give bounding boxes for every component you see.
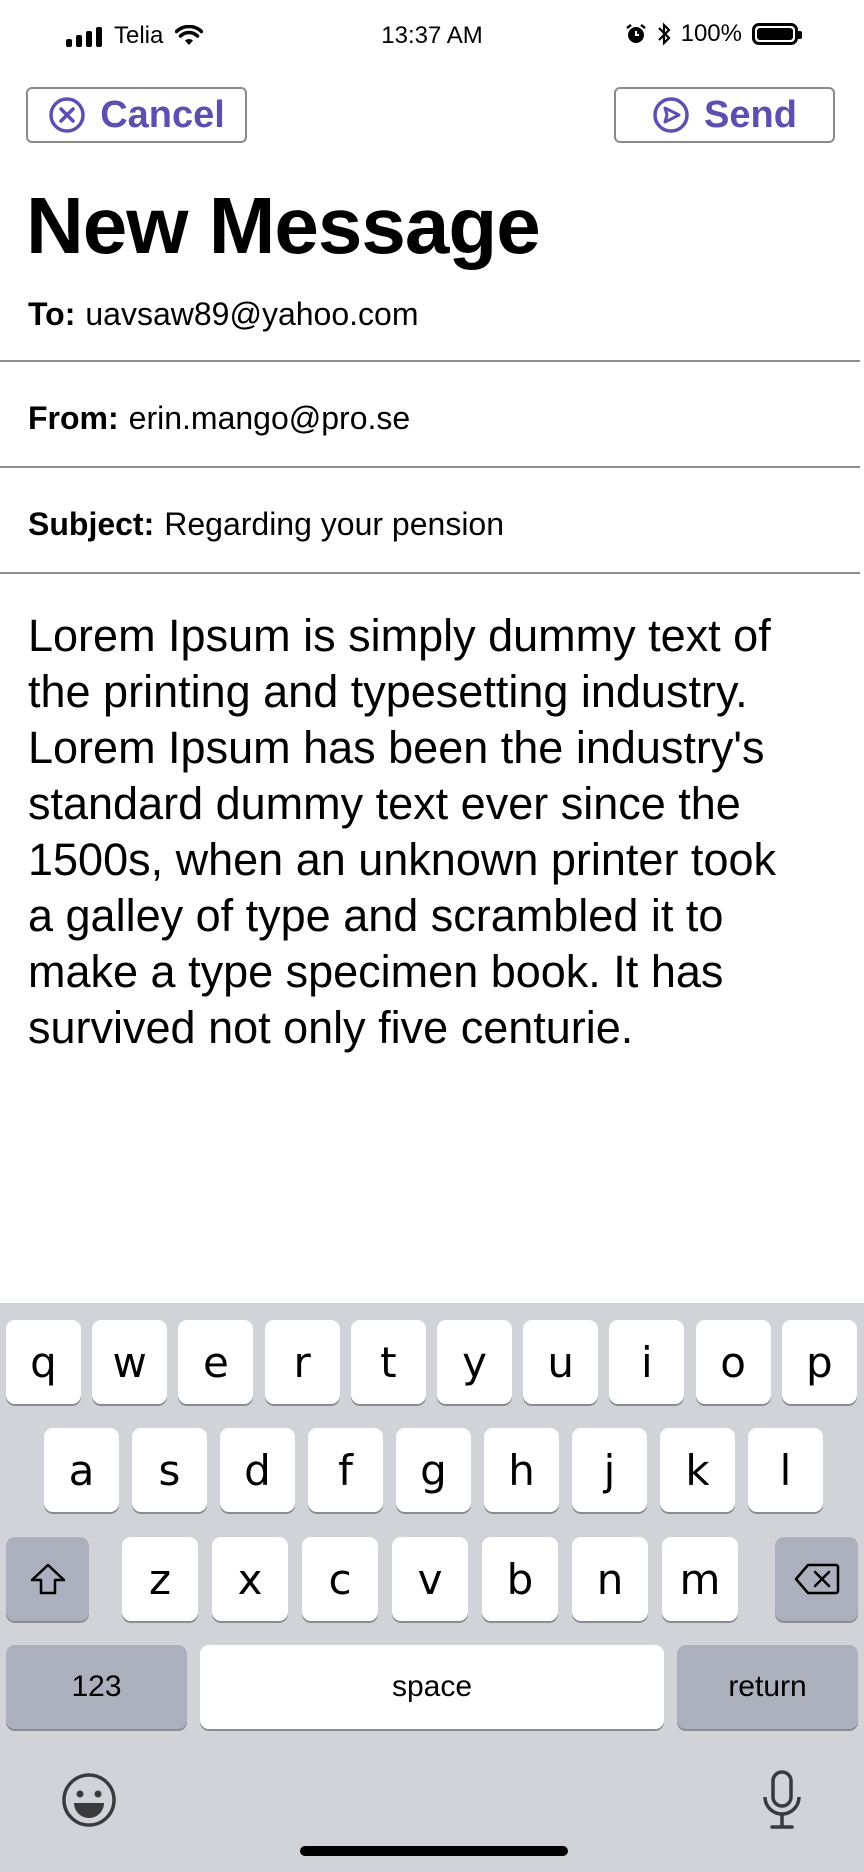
key-g[interactable]: g: [396, 1428, 471, 1512]
key-t[interactable]: t: [350, 1320, 426, 1404]
status-bar: Telia 13:37 AM 100%: [0, 0, 864, 72]
key-i[interactable]: i: [609, 1320, 685, 1404]
key-y[interactable]: y: [437, 1320, 512, 1404]
key-u[interactable]: u: [523, 1320, 599, 1404]
key-x[interactable]: x: [212, 1537, 288, 1621]
cancel-button[interactable]: Cancel: [26, 87, 247, 143]
from-value[interactable]: erin.mango@pro.se: [129, 400, 411, 437]
key-r[interactable]: r: [264, 1320, 340, 1404]
space-key[interactable]: space: [200, 1645, 664, 1729]
key-m[interactable]: m: [662, 1537, 738, 1621]
from-field[interactable]: From: erin.mango@pro.se: [0, 362, 860, 468]
body-line: the printing and typesetting industry.: [28, 666, 748, 717]
system-indicators: 100%: [625, 20, 802, 48]
close-circle-icon: [49, 97, 85, 133]
key-o[interactable]: o: [695, 1320, 771, 1404]
key-w[interactable]: w: [92, 1320, 168, 1404]
subject-label: Subject:: [28, 506, 155, 542]
battery-icon: [752, 23, 802, 45]
key-c[interactable]: c: [302, 1537, 378, 1621]
shift-icon: [30, 1563, 65, 1595]
send-label: Send: [704, 93, 797, 136]
key-a[interactable]: a: [44, 1428, 119, 1512]
key-q[interactable]: q: [6, 1320, 81, 1404]
body-line: Lorem Ipsum is simply dummy text of: [28, 610, 771, 661]
battery-percent: 100%: [680, 20, 742, 47]
message-body[interactable]: Lorem Ipsum is simply dummy text of the …: [28, 608, 838, 1056]
from-label: From:: [28, 400, 119, 436]
to-label: To:: [28, 296, 76, 332]
body-line: a galley of type and scrambled it to: [28, 890, 724, 941]
key-f[interactable]: f: [308, 1428, 383, 1512]
key-v[interactable]: v: [392, 1537, 468, 1621]
body-line: Lorem Ipsum has been the industry's: [28, 722, 765, 773]
key-p[interactable]: p: [781, 1320, 857, 1404]
key-e[interactable]: e: [178, 1320, 254, 1404]
cancel-label: Cancel: [100, 93, 225, 136]
microphone-icon[interactable]: [760, 1769, 804, 1831]
body-line: survived not only five centurie.: [28, 1002, 634, 1053]
key-b[interactable]: b: [482, 1537, 558, 1621]
key-l[interactable]: l: [748, 1428, 823, 1512]
home-indicator: [300, 1846, 568, 1856]
key-d[interactable]: d: [220, 1428, 295, 1512]
send-button[interactable]: Send: [614, 87, 835, 143]
body-line: 1500s, when an unknown printer took: [28, 834, 776, 885]
body-line: make a type specimen book. It has: [28, 946, 724, 997]
return-key[interactable]: return: [677, 1645, 858, 1729]
subject-value[interactable]: Regarding your pension: [164, 506, 504, 543]
to-field[interactable]: To: uavsaw89@yahoo.com: [0, 282, 860, 362]
key-h[interactable]: h: [484, 1428, 559, 1512]
shift-key[interactable]: [6, 1537, 89, 1621]
alarm-icon: [625, 24, 646, 43]
numbers-key[interactable]: 123: [6, 1645, 187, 1729]
backspace-icon: [794, 1563, 839, 1595]
body-line: standard dummy text ever since the: [28, 778, 741, 829]
key-s[interactable]: s: [132, 1428, 207, 1512]
page-title: New Message: [26, 181, 541, 270]
key-n[interactable]: n: [572, 1537, 648, 1621]
keyboard: 123 space return qwertyuiop asdfghjkl zxcv…: [0, 1303, 864, 1872]
to-value[interactable]: uavsaw89@yahoo.com: [85, 296, 418, 333]
send-circle-icon: [653, 97, 689, 133]
emoji-icon[interactable]: [60, 1771, 118, 1829]
backspace-key[interactable]: [775, 1537, 858, 1621]
key-j[interactable]: j: [572, 1428, 647, 1512]
key-z[interactable]: z: [122, 1537, 198, 1621]
key-k[interactable]: k: [660, 1428, 735, 1512]
subject-field[interactable]: Subject: Regarding your pension: [0, 468, 860, 574]
bluetooth-icon: [657, 22, 671, 46]
